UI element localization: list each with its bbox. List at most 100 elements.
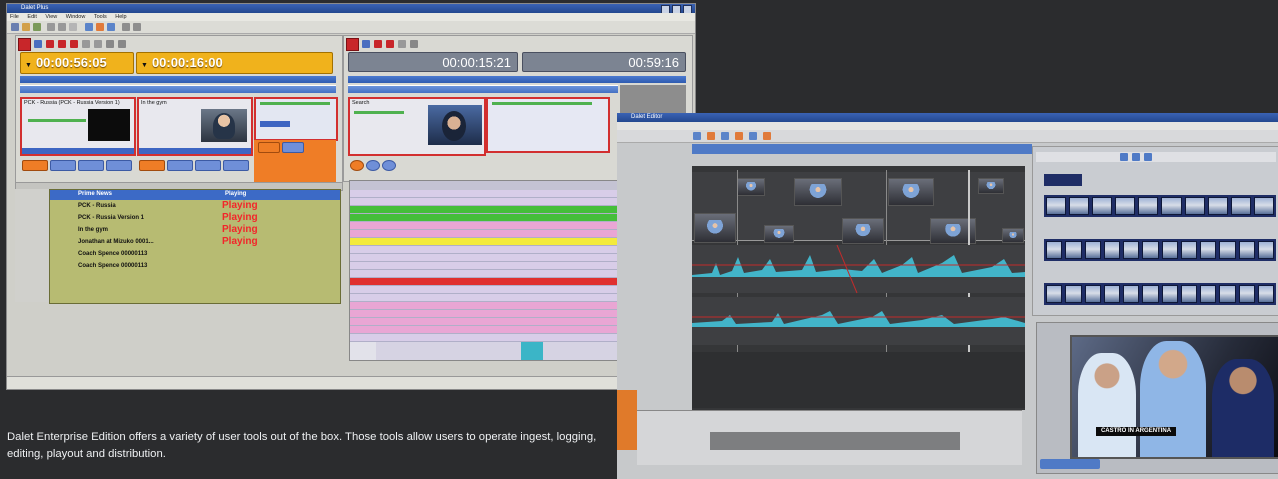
row-title: In the gym — [78, 227, 109, 233]
clip-thumbnail[interactable] — [694, 213, 736, 243]
deck-header-bar — [20, 76, 336, 83]
preview-lower-third: CASTRO IN ARGENTINA — [1096, 427, 1176, 436]
table-row[interactable]: Coach Spence 00000113 — [50, 262, 340, 272]
play-icon[interactable] — [70, 40, 78, 48]
open-icon[interactable] — [22, 23, 30, 31]
rewind-icon[interactable] — [362, 40, 370, 48]
clip-thumbnail[interactable] — [1002, 228, 1024, 243]
split-icon[interactable] — [721, 132, 729, 140]
menu-view[interactable]: View — [45, 14, 57, 20]
table-row[interactable]: PCK - Russia Playing — [50, 200, 340, 212]
cue-button-clip[interactable] — [282, 142, 304, 153]
clip-icon[interactable] — [96, 23, 104, 31]
timeline-ruler — [692, 144, 1032, 154]
table-row[interactable]: Coach Spence 00000113 — [50, 250, 340, 260]
stop-icon[interactable] — [58, 40, 66, 48]
filmstrip[interactable] — [1044, 283, 1276, 305]
record-icon[interactable] — [374, 40, 382, 48]
wrench-icon[interactable] — [118, 40, 126, 48]
menu-window[interactable]: Window — [66, 14, 86, 20]
skip-button-b[interactable] — [195, 160, 221, 171]
lower-clip[interactable] — [710, 432, 960, 450]
menu-help[interactable]: Help — [115, 14, 126, 20]
gear-icon[interactable] — [106, 40, 114, 48]
player-b-slot[interactable]: In the gym — [137, 97, 253, 156]
menu-tools[interactable]: Tools — [94, 14, 107, 20]
left-deck-panel: ▼ 00:00:56:05 ▼ 00:00:16:00 PCK - Russia (… — [15, 35, 343, 187]
clip-thumbnail[interactable] — [764, 225, 794, 243]
row-title: Prime News — [78, 191, 113, 197]
players-header — [348, 85, 618, 93]
paste-icon[interactable] — [69, 23, 77, 31]
list-icon[interactable] — [107, 23, 115, 31]
clip-thumb-small[interactable] — [1044, 174, 1082, 186]
menu-file[interactable]: File — [10, 14, 19, 20]
select-icon[interactable] — [693, 132, 701, 140]
clip-thumbnail[interactable] — [794, 178, 842, 206]
cue-button-b[interactable] — [167, 160, 193, 171]
cue-button-a[interactable] — [50, 160, 76, 171]
search-slot[interactable]: Search — [348, 97, 486, 156]
clip-thumbnail[interactable] — [737, 178, 765, 196]
editor-window-title: Dalet Editor — [631, 114, 663, 120]
next-slot[interactable] — [486, 97, 610, 153]
table-row[interactable]: Prime News Playing — [50, 190, 340, 200]
take-button-clip[interactable] — [258, 142, 280, 153]
clip-slot[interactable] — [254, 97, 338, 141]
take-button-b[interactable] — [139, 160, 165, 171]
table-row[interactable]: PCK - Russia Version 1 Playing — [50, 212, 340, 224]
skip-button-a[interactable] — [78, 160, 104, 171]
take-button-c[interactable] — [350, 160, 364, 171]
record-icon[interactable] — [46, 40, 54, 48]
table-row[interactable]: Jonathan at Mizuko 0001... Playing — [50, 236, 340, 248]
copy-icon[interactable] — [58, 23, 66, 31]
row-title: Jonathan at Mizuko 0001... — [78, 239, 154, 245]
media-icon[interactable] — [85, 23, 93, 31]
clip-bar — [260, 121, 290, 127]
zoom-icon[interactable] — [94, 40, 102, 48]
close-deck-icon[interactable] — [18, 38, 31, 51]
new-icon[interactable] — [11, 23, 19, 31]
search-icon[interactable] — [82, 40, 90, 48]
player-a-slot[interactable]: PCK - Russia (PCK - Russia Version 1) — [20, 97, 136, 156]
right-timecode-1: 00:00:15:21 — [348, 52, 518, 72]
gear-icon[interactable] — [410, 40, 418, 48]
grid-view-icon[interactable] — [1120, 153, 1128, 161]
settings-icon[interactable] — [122, 23, 130, 31]
stop-icon[interactable] — [386, 40, 394, 48]
clip-thumbnail[interactable] — [888, 178, 934, 206]
take-button-a[interactable] — [22, 160, 48, 171]
clip-thumbnail[interactable] — [842, 218, 884, 244]
menu-edit[interactable]: Edit — [27, 14, 36, 20]
thumb-view-icon[interactable] — [1144, 153, 1152, 161]
search-icon[interactable] — [398, 40, 406, 48]
player-a-progress — [28, 119, 86, 122]
cue-button-c[interactable] — [366, 160, 380, 171]
stop-button-b[interactable] — [223, 160, 249, 171]
save-icon[interactable] — [33, 23, 41, 31]
audio-icon[interactable] — [735, 132, 743, 140]
playout-window-title: Dalet Plus — [21, 5, 49, 11]
clip-thumbnail[interactable] — [978, 178, 1004, 194]
caption: Dalet Enterprise Edition offers a variet… — [7, 431, 597, 460]
cut-icon[interactable] — [47, 23, 55, 31]
help-icon[interactable] — [133, 23, 141, 31]
right-timecode-1-value: 00:00:15:21 — [442, 55, 511, 70]
table-row[interactable]: In the gym Playing — [50, 224, 340, 236]
row-title: Coach Spence 00000113 — [78, 263, 148, 269]
stop-button-a[interactable] — [106, 160, 132, 171]
row-title: PCK - Russia Version 1 — [78, 215, 145, 221]
effects-icon[interactable] — [749, 132, 757, 140]
list-view-icon[interactable] — [1132, 153, 1140, 161]
editor-title-bar: Dalet Editor — [617, 113, 1278, 122]
close-deck-icon[interactable] — [346, 38, 359, 51]
preview-video[interactable] — [1070, 335, 1278, 459]
filmstrip[interactable] — [1044, 239, 1276, 261]
rewind-icon[interactable] — [34, 40, 42, 48]
filmstrip[interactable] — [1044, 195, 1276, 217]
next-progress — [492, 102, 592, 105]
skip-button-c[interactable] — [382, 160, 396, 171]
marker-icon[interactable] — [763, 132, 771, 140]
trim-icon[interactable] — [707, 132, 715, 140]
playout-window: Dalet Plus File Edit View Window Tools H… — [6, 3, 696, 390]
